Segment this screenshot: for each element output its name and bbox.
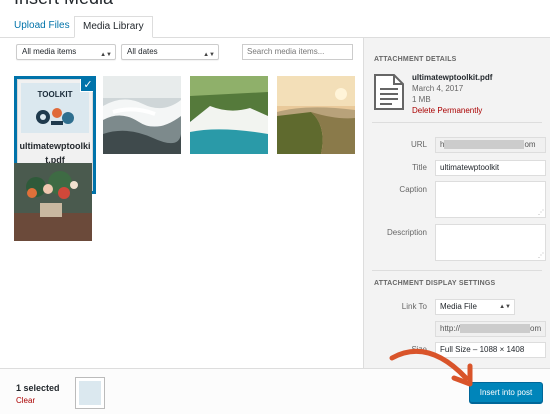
link-to-label: Link To	[401, 302, 427, 311]
media-type-filter-value: All media items	[22, 47, 77, 56]
media-toolbar: All media items ▲▼ All dates ▲▼ Search m…	[0, 38, 363, 66]
modal-title-bar: Insert Media	[0, 0, 550, 8]
url-label: URL	[410, 140, 427, 149]
divider	[372, 122, 542, 123]
tab-media-library[interactable]: Media Library	[74, 16, 153, 38]
attachment-date: March 4, 2017	[412, 84, 464, 93]
attachment-item-image[interactable]	[14, 163, 92, 241]
chevron-updown-icon: ▲▼	[203, 52, 215, 58]
document-cover-thumbnail: TOOLKIT	[21, 83, 89, 133]
description-textarea[interactable]: ⋰	[435, 224, 546, 261]
insert-into-post-button[interactable]: Insert into post	[469, 382, 543, 404]
waterfall-photo	[190, 76, 268, 154]
cover-title: TOOLKIT	[37, 90, 73, 99]
media-type-filter[interactable]: All media items ▲▼	[16, 44, 116, 60]
attachments-browser: All media items ▲▼ All dates ▲▼ Search m…	[0, 38, 363, 368]
tab-upload-files[interactable]: Upload Files	[6, 16, 78, 38]
display-settings-heading: Attachment Display Settings	[374, 280, 496, 287]
document-icon	[374, 74, 404, 110]
search-input[interactable]: Search media items...	[242, 44, 353, 60]
caption-textarea[interactable]: ⋰	[435, 181, 546, 218]
attachment-item-image[interactable]	[190, 76, 268, 154]
attachment-item-image[interactable]	[103, 76, 181, 154]
url-field-end: om	[524, 140, 536, 149]
document-cover-mini	[79, 381, 101, 405]
link-url-field[interactable]: http:// om	[435, 321, 546, 337]
divider	[372, 270, 542, 271]
attachment-item-image[interactable]	[277, 76, 355, 154]
clear-selection-link[interactable]: Clear	[16, 396, 35, 405]
attachment-size: 1 MB	[412, 95, 431, 104]
link-to-value: Media File	[440, 302, 477, 311]
url-field[interactable]: h om	[435, 137, 546, 153]
modal-title: Insert Media	[14, 0, 113, 8]
media-router-tabs: Upload Files Media Library	[0, 8, 550, 38]
attachment-details-heading: Attachment Details	[374, 56, 457, 63]
title-label: Title	[412, 163, 427, 172]
link-url-end: om	[530, 324, 542, 333]
link-to-select[interactable]: Media File ▲▼	[435, 299, 515, 315]
date-filter[interactable]: All dates ▲▼	[121, 44, 219, 60]
attachment-details-sidebar: Attachment Details ultimatewptoolkit.pdf…	[363, 38, 550, 368]
redacted-text	[460, 324, 531, 334]
size-label: Size	[411, 345, 427, 354]
chevron-updown-icon: ▲▼	[499, 304, 511, 310]
date-filter-value: All dates	[127, 47, 158, 56]
chevron-updown-icon: ▲▼	[100, 52, 112, 58]
size-select[interactable]: Full Size – 1088 × 1408	[435, 342, 546, 358]
selected-check-icon[interactable]: ✓	[80, 79, 93, 92]
description-label: Description	[386, 228, 427, 237]
media-frame-toolbar: 1 selected Clear Insert into post	[0, 368, 550, 414]
link-url-start: http://	[440, 324, 461, 333]
redacted-text	[444, 140, 525, 150]
resize-grip-icon[interactable]: ⋰	[538, 253, 544, 259]
caption-label: Caption	[399, 185, 427, 194]
flowers-photo	[14, 163, 92, 241]
size-value: Full Size – 1088 × 1408	[440, 345, 525, 354]
selected-thumbnail[interactable]	[75, 377, 105, 409]
title-field[interactable]: ultimatewptoolkit	[435, 160, 546, 176]
attachment-filename-detail: ultimatewptoolkit.pdf	[412, 73, 493, 82]
waves-photo	[103, 76, 181, 154]
coastal-cliffs-photo	[277, 76, 355, 154]
resize-grip-icon[interactable]: ⋰	[538, 210, 544, 216]
toolkit-illustration-icon	[36, 108, 74, 125]
selection-count: 1 selected	[16, 383, 60, 393]
delete-permanently-link[interactable]: Delete Permanently	[412, 105, 482, 116]
